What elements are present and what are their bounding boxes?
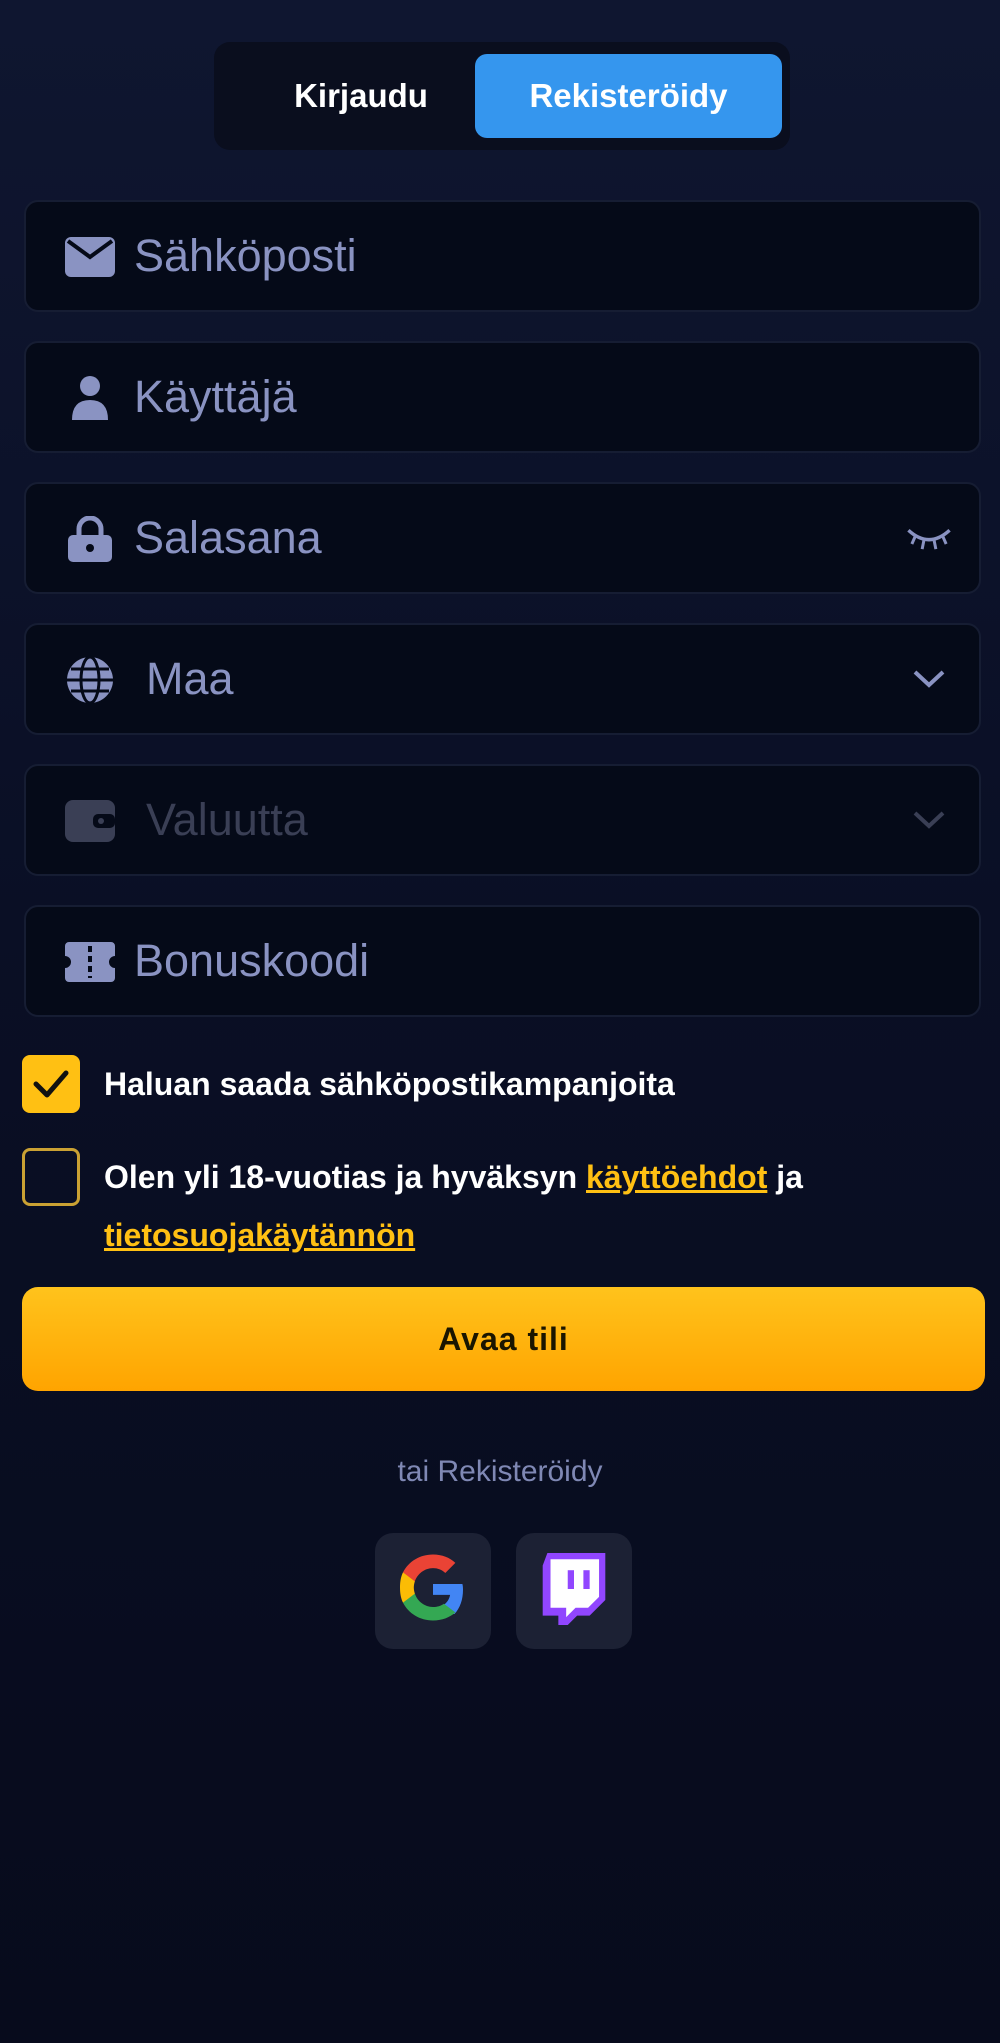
terms-checkbox[interactable] <box>22 1148 80 1206</box>
user-icon <box>64 375 116 421</box>
tab-login[interactable]: Kirjaudu <box>230 54 492 138</box>
eye-closed-icon[interactable] <box>905 516 953 560</box>
lock-icon <box>64 516 116 562</box>
mail-icon <box>64 234 116 280</box>
chevron-down-icon <box>905 798 953 842</box>
terms-label-start: Olen yli 18-vuotias ja hyväksyn <box>104 1159 578 1195</box>
open-account-button[interactable]: Avaa tili <box>22 1287 985 1391</box>
email-placeholder: Sähköposti <box>134 230 357 281</box>
bonus-code-placeholder: Bonuskoodi <box>134 935 370 986</box>
bonus-code-field[interactable]: Bonuskoodi <box>24 905 981 1017</box>
country-placeholder: Maa <box>146 653 234 704</box>
terms-label-line1: Olen yli 18-vuotias ja hyväksyn käyttöeh… <box>104 1148 803 1206</box>
ticket-icon <box>64 939 116 985</box>
currency-select[interactable]: Valuutta <box>24 764 981 876</box>
privacy-link[interactable]: tietosuojakäytännön <box>104 1206 415 1264</box>
wallet-icon <box>64 798 116 844</box>
tab-register[interactable]: Rekisteröidy <box>475 54 782 138</box>
chevron-down-icon <box>905 657 953 701</box>
alt-register-text: tai Rekisteröidy <box>397 1455 603 1488</box>
promo-checkbox[interactable] <box>22 1055 80 1113</box>
twitch-signup-button[interactable] <box>516 1533 632 1649</box>
terms-link[interactable]: käyttöehdot <box>586 1159 767 1195</box>
password-placeholder: Salasana <box>134 512 322 563</box>
username-field[interactable]: Käyttäjä <box>24 341 981 453</box>
promo-label: Haluan saada sähköpostikampanjoita <box>104 1066 675 1102</box>
terms-checkbox-row: Olen yli 18-vuotias ja hyväksyn käyttöeh… <box>22 1148 982 1268</box>
promo-checkbox-row: Haluan saada sähköpostikampanjoita <box>22 1055 982 1115</box>
username-placeholder: Käyttäjä <box>134 371 297 422</box>
currency-placeholder: Valuutta <box>146 794 308 845</box>
password-field[interactable]: Salasana <box>24 482 981 594</box>
twitch-icon <box>542 1552 606 1630</box>
terms-label-mid: ja <box>776 1159 803 1195</box>
google-icon <box>397 1553 469 1630</box>
globe-icon <box>64 655 116 705</box>
country-select[interactable]: Maa <box>24 623 981 735</box>
email-field[interactable]: Sähköposti <box>24 200 981 312</box>
auth-tabs: Kirjaudu Rekisteröidy <box>214 42 790 150</box>
google-signup-button[interactable] <box>375 1533 491 1649</box>
